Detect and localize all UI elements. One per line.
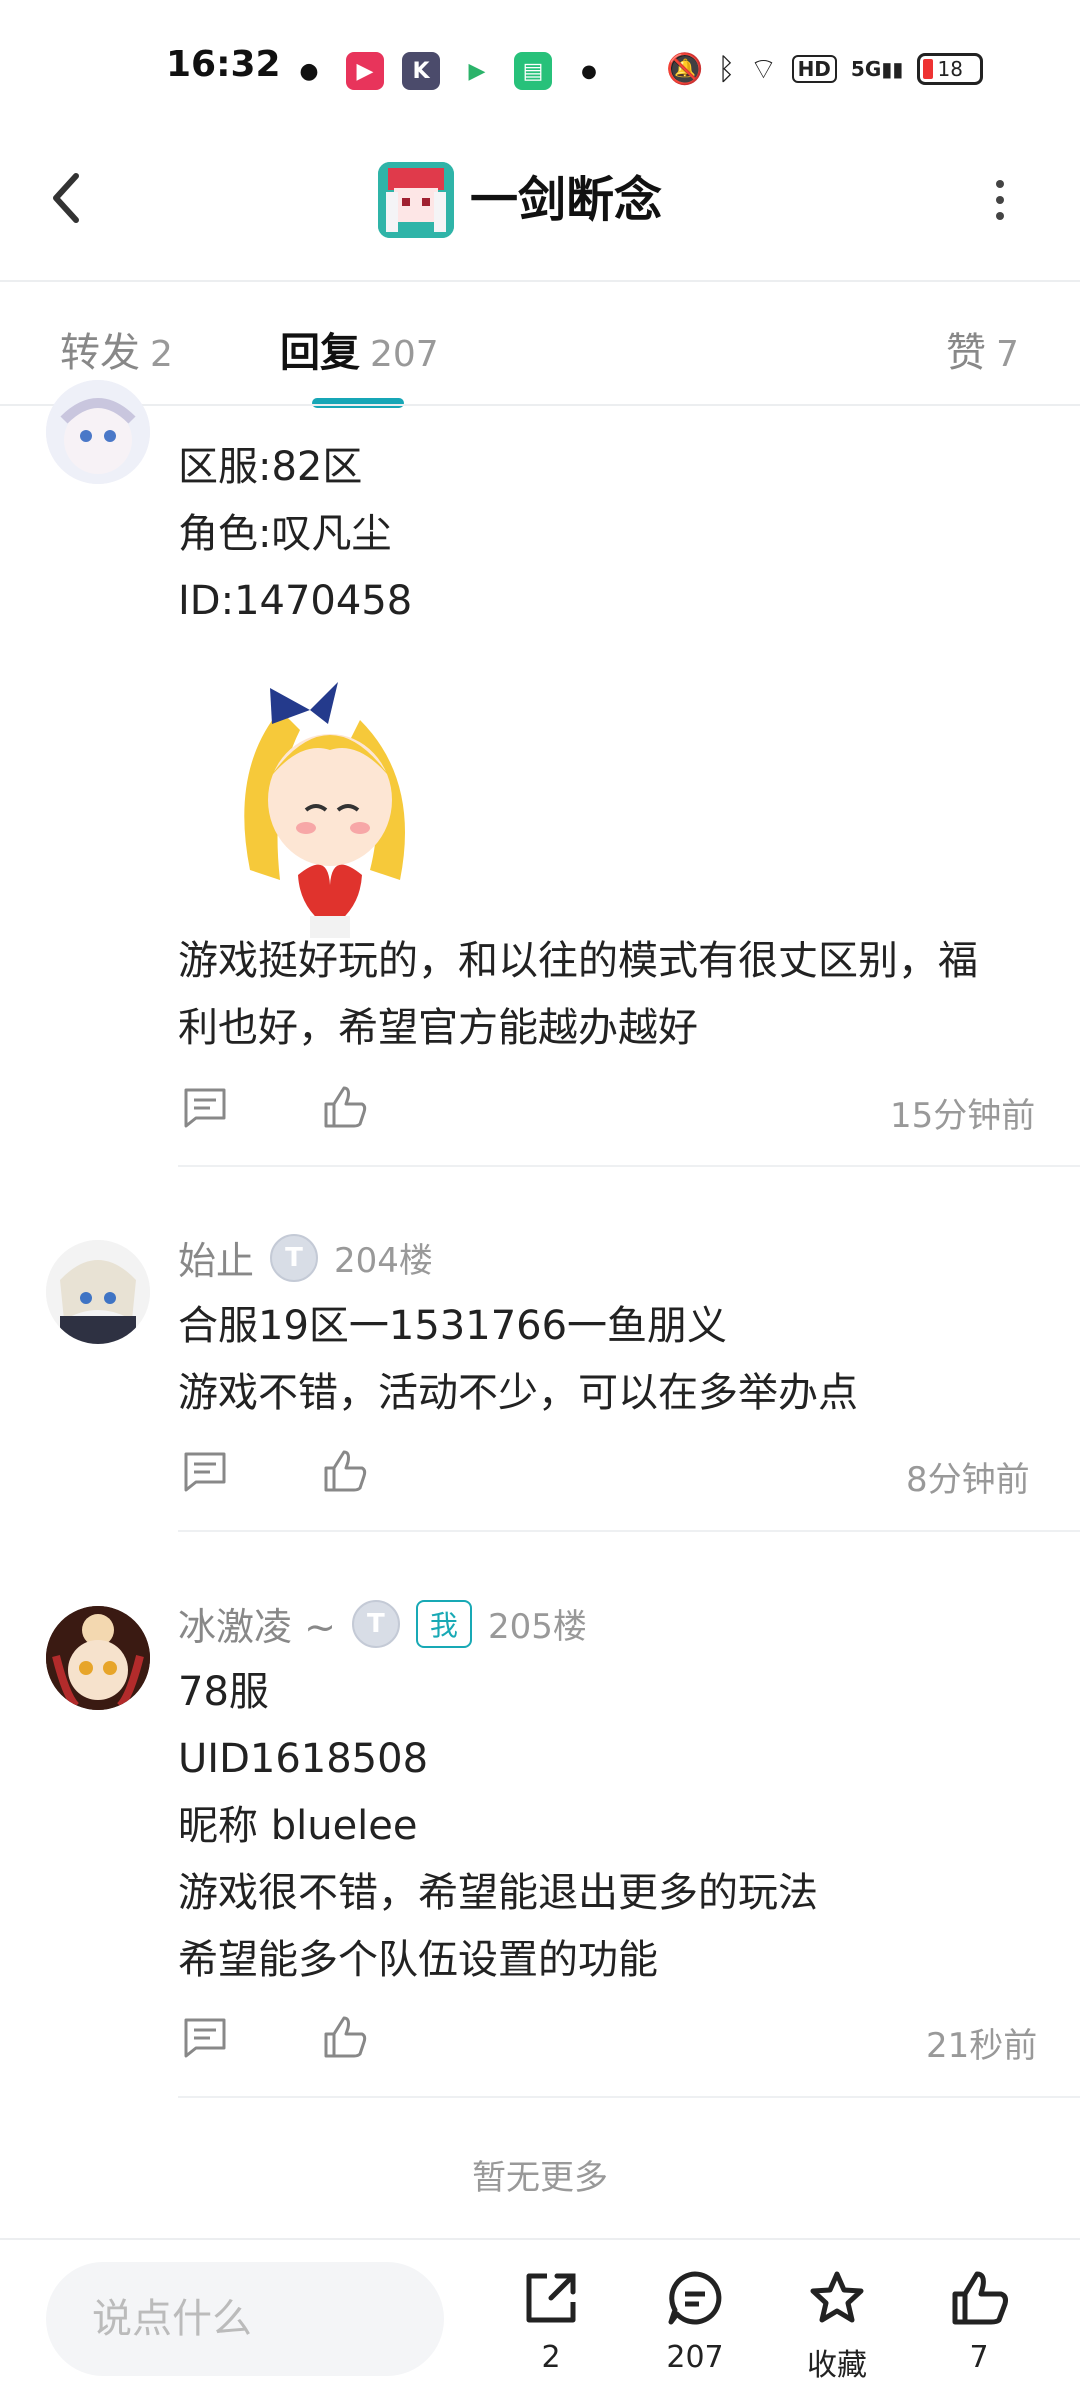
level-badge-icon: T [270, 1233, 319, 1282]
favorite-button[interactable]: 收藏 [782, 2268, 892, 2384]
avatar[interactable] [46, 1240, 150, 1344]
no-more-label: 暂无更多 [472, 2158, 608, 2198]
like-icon[interactable] [322, 1448, 368, 1498]
share-count: 2 [541, 2340, 561, 2375]
share-button[interactable]: 2 [496, 2268, 606, 2375]
bottom-divider [0, 2238, 1080, 2240]
comment-line: 游戏挺好玩的，和以往的模式有很丈区别，福 [178, 938, 978, 984]
comment-line: ID:1470458 [178, 578, 413, 624]
tab-indicator [312, 398, 404, 408]
status-time: 16:32 [166, 44, 281, 85]
signal-icon: 5G▮▮ [850, 57, 904, 81]
comment-line: 角色:叹凡尘 [178, 511, 392, 557]
comment-floor: 205楼 [487, 1607, 587, 1647]
avatar[interactable] [46, 380, 150, 484]
hd-icon: HD [791, 55, 837, 83]
level-badge-icon: T [351, 1599, 400, 1648]
comment-button[interactable]: 207 [640, 2268, 750, 2375]
comment-line: 区服:82区 [178, 444, 363, 490]
comment-icon [668, 2271, 722, 2325]
wifi-icon: ⌔ [749, 52, 778, 87]
status-app-icons: ● ▶ K ▶ ▤ ● [290, 52, 608, 90]
comment-header: 冰激凌 ~ T 我 205楼 [178, 1596, 587, 1651]
comment-line: 希望能多个队伍设置的功能 [178, 1937, 658, 1983]
sticker-image[interactable] [210, 670, 440, 944]
comment-line: 利也好，希望官方能越办越好 [178, 1005, 698, 1051]
comment-line: 合服19区一1531766一鱼朋义 [178, 1303, 728, 1349]
more-options-icon[interactable] [990, 178, 1010, 226]
more-dot-icon: ● [570, 52, 608, 90]
share-icon [526, 2273, 576, 2323]
tab-forward[interactable]: 转发 2 [60, 320, 173, 378]
reply-icon[interactable] [182, 1086, 228, 1134]
comment-author[interactable]: 冰激凌 ~ [178, 1596, 336, 1651]
tab-reply[interactable]: 回复 207 [280, 320, 439, 378]
star-icon [810, 2271, 864, 2323]
mute-icon: 🔕 [666, 51, 704, 87]
comment-header: 始止 T 204楼 [178, 1230, 433, 1285]
comment-time: 21秒前 [926, 2026, 1038, 2066]
comment-line: 昵称 bluelee [178, 1803, 418, 1849]
comment-divider [178, 1530, 1080, 1532]
battery-icon: 18 [917, 53, 984, 85]
favorite-label: 收藏 [807, 2348, 867, 2383]
like-icon[interactable] [322, 2014, 368, 2064]
comment-input[interactable]: 说点什么 [46, 2262, 444, 2376]
comment-divider [178, 1165, 1080, 1167]
avatar[interactable] [46, 1606, 150, 1710]
status-right: 🔕 ᛒ ⌔ HD 5G▮▮ 18 [666, 50, 984, 88]
me-badge: 我 [415, 1599, 472, 1648]
bluetooth-icon: ᛒ [717, 51, 736, 87]
comment-line: 游戏不错，活动不少，可以在多举办点 [178, 1370, 858, 1416]
page-title: 一剑断念 [470, 172, 663, 228]
back-icon[interactable] [46, 168, 86, 232]
comment-time: 15分钟前 [890, 1096, 1036, 1136]
comment-time: 8分钟前 [906, 1460, 1030, 1500]
k-app-icon: K [402, 52, 440, 90]
header-divider [0, 280, 1080, 282]
tab-divider [0, 404, 1080, 406]
tab-like[interactable]: 赞7 [946, 320, 1019, 378]
comment-line: UID1618508 [178, 1736, 429, 1782]
comment-floor: 204楼 [334, 1241, 433, 1281]
reply-icon[interactable] [182, 2016, 228, 2064]
comment-count: 207 [666, 2340, 724, 2375]
comment-author[interactable]: 始止 [178, 1230, 254, 1285]
thumbs-up-icon [952, 2271, 1008, 2325]
like-icon[interactable] [322, 1084, 368, 1134]
comment-line: 78服 [178, 1669, 269, 1715]
comment-line: 游戏很不错，希望能退出更多的玩法 [178, 1870, 818, 1916]
like-count: 7 [969, 2340, 989, 2375]
play-app-icon: ▶ [458, 52, 496, 90]
video-app-icon: ▶ [346, 52, 384, 90]
wechat-icon: ● [290, 52, 328, 90]
comment-divider [178, 2096, 1080, 2098]
reply-icon[interactable] [182, 1450, 228, 1498]
game-icon [378, 162, 454, 238]
chat-app-icon: ▤ [514, 52, 552, 90]
like-button[interactable]: 7 [924, 2268, 1034, 2375]
